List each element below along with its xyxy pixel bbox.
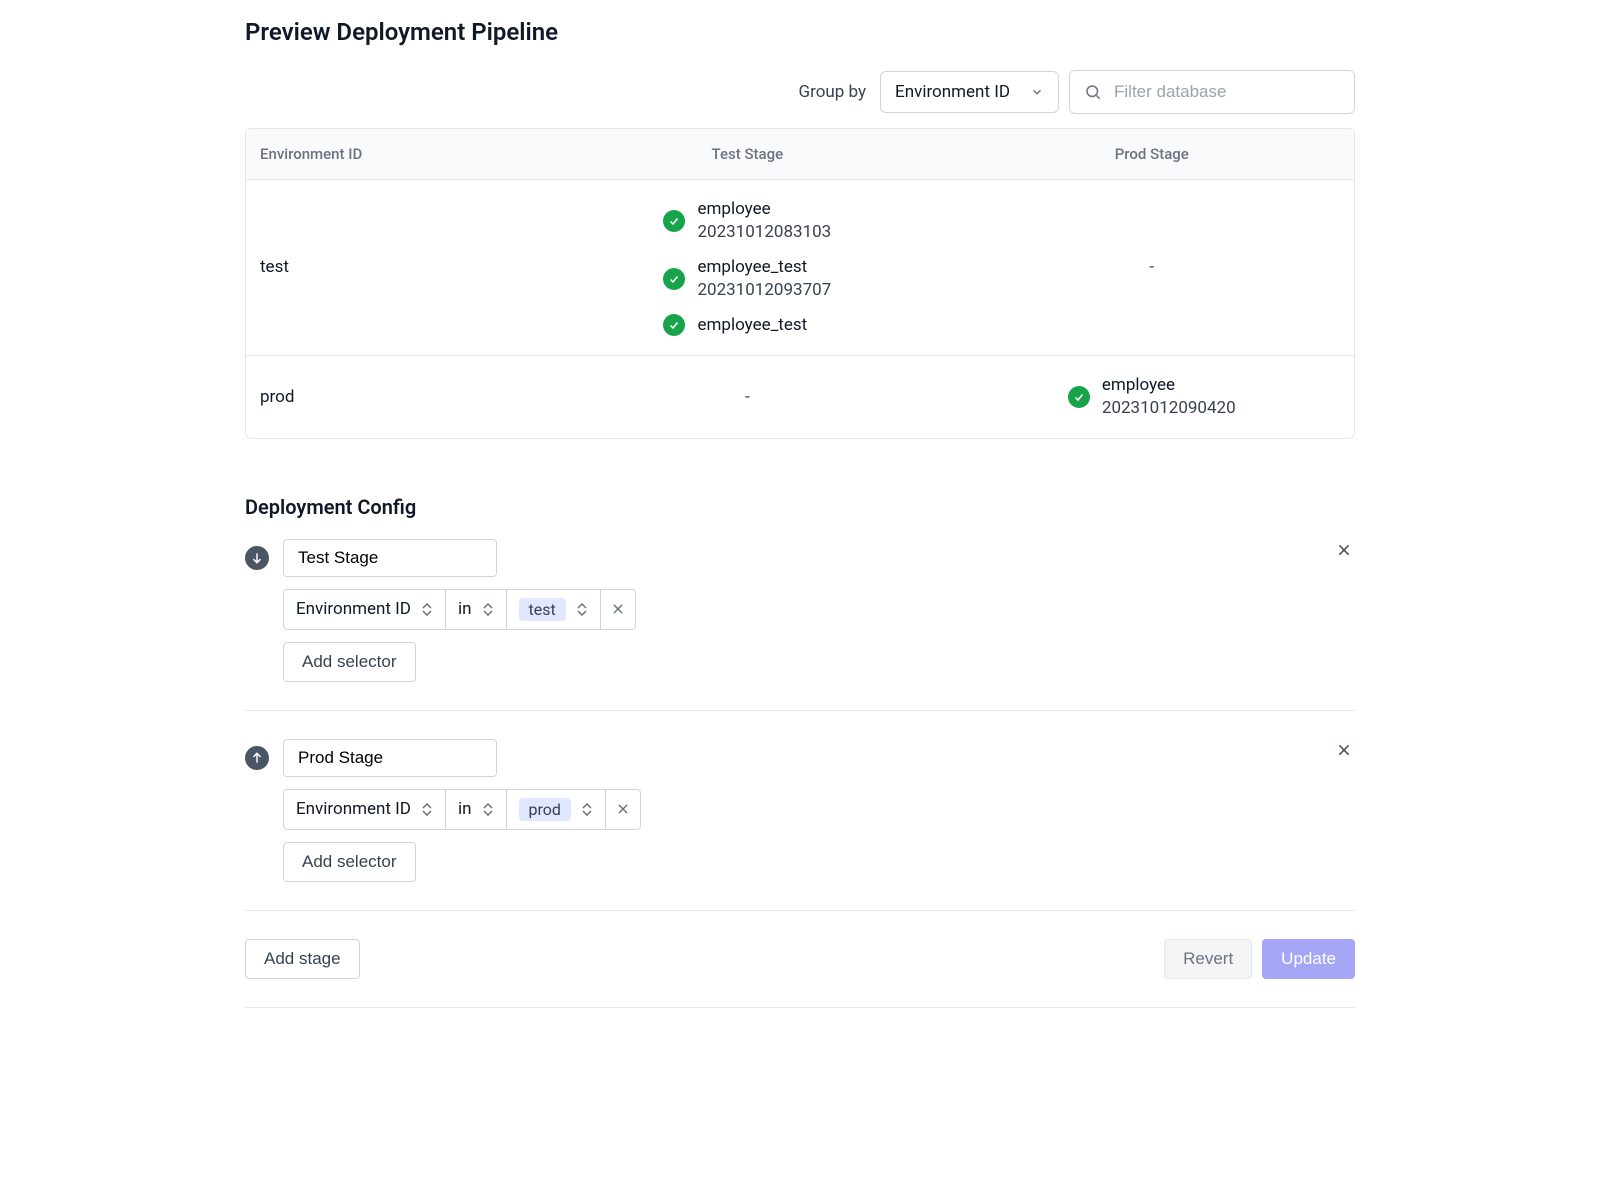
update-button[interactable]: Update: [1262, 939, 1355, 979]
stage-config: Environment ID in test: [245, 539, 1355, 711]
stage-item-name: employee: [697, 198, 831, 221]
selector-value-chip: test: [519, 598, 566, 621]
selector-op-select[interactable]: in: [446, 589, 507, 630]
chevron-down-icon: [1030, 85, 1044, 99]
filter-database-input[interactable]: [1112, 81, 1340, 103]
stage-item: employee_test: [663, 314, 831, 337]
sort-icon: [421, 801, 433, 817]
arrow-down-circle-icon: [245, 546, 269, 570]
table-row: test employee 20231012083103: [246, 180, 1354, 355]
remove-stage-button[interactable]: [1333, 539, 1355, 561]
stage-item-sub: 20231012090420: [1102, 397, 1236, 420]
check-circle-icon: [1068, 386, 1090, 408]
add-selector-button[interactable]: Add selector: [283, 842, 416, 882]
stage-config: Environment ID in prod: [245, 739, 1355, 911]
stage-item-sub: 20231012093707: [697, 279, 831, 302]
check-circle-icon: [663, 268, 685, 290]
remove-selector-button[interactable]: [606, 789, 641, 830]
group-by-value: Environment ID: [895, 82, 1010, 102]
col-header-prod: Prod Stage: [950, 129, 1354, 180]
selector-value-select[interactable]: prod: [507, 789, 606, 830]
sort-icon: [482, 601, 494, 617]
selector-op-value: in: [458, 599, 472, 619]
selector-field-value: Environment ID: [296, 799, 411, 819]
selector-field-select[interactable]: Environment ID: [283, 789, 446, 830]
check-circle-icon: [663, 314, 685, 336]
col-header-env: Environment ID: [246, 129, 545, 180]
pipeline-table: Environment ID Test Stage Prod Stage tes…: [245, 128, 1355, 439]
cell-prod-stage: -: [950, 180, 1354, 355]
preview-toolbar: Group by Environment ID: [245, 70, 1355, 114]
config-title: Deployment Config: [245, 495, 1355, 519]
selector-row: Environment ID in test: [283, 589, 1355, 630]
table-row: prod - employee 20231012090420: [246, 355, 1354, 438]
selector-op-select[interactable]: in: [446, 789, 507, 830]
sort-icon: [581, 801, 593, 817]
stage-item: employee_test 20231012093707: [663, 256, 831, 302]
search-icon: [1084, 83, 1102, 101]
check-circle-icon: [663, 210, 685, 232]
cell-test-stage: employee 20231012083103 employee_test 20…: [545, 180, 949, 355]
stage-item-name: employee_test: [697, 256, 831, 279]
preview-title: Preview Deployment Pipeline: [245, 18, 1355, 46]
remove-selector-button[interactable]: [601, 589, 636, 630]
selector-value-select[interactable]: test: [507, 589, 601, 630]
close-icon: [611, 602, 625, 616]
sort-icon: [482, 801, 494, 817]
sort-icon: [421, 601, 433, 617]
stage-item-name: employee_test: [697, 314, 807, 337]
selector-row: Environment ID in prod: [283, 789, 1355, 830]
selector-field-value: Environment ID: [296, 599, 411, 619]
selector-value-chip: prod: [519, 798, 571, 821]
revert-button[interactable]: Revert: [1164, 939, 1252, 979]
stage-item-name: employee: [1102, 374, 1236, 397]
stage-item: employee 20231012083103: [663, 198, 831, 244]
selector-op-value: in: [458, 799, 472, 819]
selector-field-select[interactable]: Environment ID: [283, 589, 446, 630]
close-icon: [616, 802, 630, 816]
cell-env: prod: [246, 355, 545, 438]
arrow-up-circle-icon: [245, 746, 269, 770]
stage-name-input[interactable]: [283, 539, 497, 577]
col-header-test: Test Stage: [545, 129, 949, 180]
stage-item: employee 20231012090420: [1068, 374, 1236, 420]
config-footer: Add stage Revert Update: [245, 939, 1355, 1008]
stage-item-sub: 20231012083103: [697, 221, 831, 244]
sort-icon: [576, 601, 588, 617]
cell-test-stage: -: [545, 355, 949, 438]
add-selector-button[interactable]: Add selector: [283, 642, 416, 682]
add-stage-button[interactable]: Add stage: [245, 939, 360, 979]
group-by-label: Group by: [799, 82, 867, 102]
cell-env: test: [246, 180, 545, 355]
remove-stage-button[interactable]: [1333, 739, 1355, 761]
stage-name-input[interactable]: [283, 739, 497, 777]
cell-prod-stage: employee 20231012090420: [950, 355, 1354, 438]
filter-database-search[interactable]: [1069, 70, 1355, 114]
group-by-select[interactable]: Environment ID: [880, 71, 1059, 113]
